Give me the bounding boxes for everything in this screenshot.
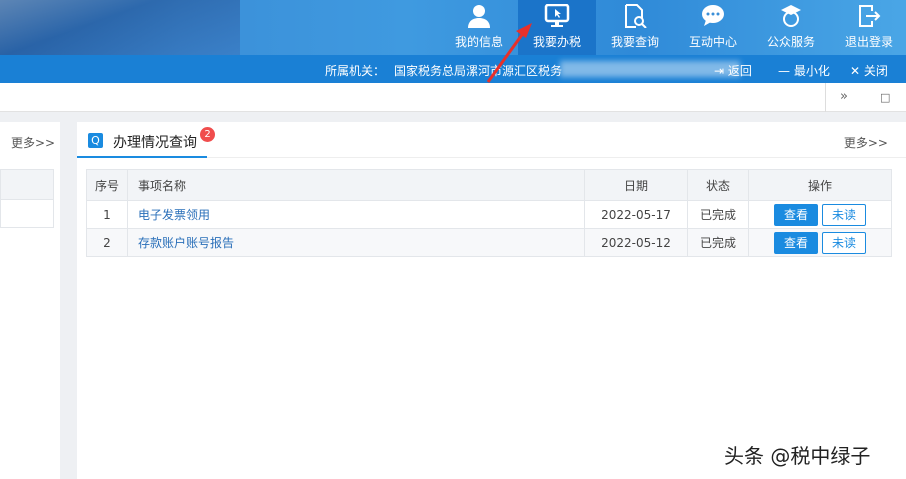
nav-public-service[interactable]: 公众服务 — [752, 0, 830, 55]
doc-search-icon — [625, 4, 647, 28]
org-label: 所属机关： — [325, 64, 386, 78]
close-icon: ✕ — [850, 64, 864, 78]
expand-button[interactable]: » — [840, 89, 848, 104]
divider — [825, 83, 826, 112]
view-button[interactable]: 查看 — [774, 203, 818, 226]
status-query-panel: Q 办理情况查询 2 更多>> 序号 事项名称 日期 状态 操作 1 电子发票领… — [77, 122, 906, 479]
minus-icon: — — [778, 64, 794, 78]
minimize-button[interactable]: — 最小化 — [778, 62, 830, 79]
col-status: 状态 — [687, 169, 749, 201]
row-no: 1 — [86, 200, 128, 229]
nav-query[interactable]: 我要查询 — [596, 0, 674, 55]
back-icon: ⇥ — [714, 64, 728, 78]
col-no: 序号 — [86, 169, 128, 201]
row-actions: 查看 未读 — [748, 228, 892, 257]
status-table: 序号 事项名称 日期 状态 操作 1 电子发票领用 2022-05-17 已完成… — [86, 169, 892, 257]
row-actions: 查看 未读 — [748, 200, 892, 229]
unread-button[interactable]: 未读 — [822, 203, 866, 226]
left-panel: 更多>> — [0, 122, 60, 479]
red-arrow-annotation — [486, 23, 532, 83]
col-actions: 操作 — [748, 169, 892, 201]
nav-interaction[interactable]: 互动中心 — [674, 0, 752, 55]
row-date: 2022-05-12 — [584, 228, 688, 257]
nav-logout[interactable]: 退出登录 — [830, 0, 906, 55]
back-button[interactable]: ⇥ 返回 — [714, 62, 752, 79]
chat-icon — [702, 5, 724, 26]
row-no: 2 — [86, 228, 128, 257]
row-status: 已完成 — [687, 200, 749, 229]
item-link[interactable]: 存款账户账号报告 — [127, 228, 585, 257]
col-name: 事项名称 — [127, 169, 585, 201]
unread-button[interactable]: 未读 — [822, 231, 866, 254]
left-more-link[interactable]: 更多>> — [11, 134, 55, 151]
table-row: 2 存款账户账号报告 2022-05-12 已完成 查看 未读 — [86, 228, 892, 257]
view-button[interactable]: 查看 — [774, 231, 818, 254]
col-date: 日期 — [584, 169, 688, 201]
watermark: 头条 @税中绿子 — [724, 444, 871, 468]
search-icon: Q — [88, 133, 103, 148]
close-button[interactable]: ✕ 关闭 — [850, 62, 888, 79]
left-table-header — [0, 169, 54, 200]
header-banner: 我的信息 我要办税 我要查询 互动中心 公众服务 退出登录 — [0, 0, 906, 55]
tab-status-query[interactable]: Q 办理情况查询 2 — [77, 122, 215, 158]
row-date: 2022-05-17 — [584, 200, 688, 229]
count-badge: 2 — [200, 127, 215, 142]
item-link[interactable]: 电子发票领用 — [127, 200, 585, 229]
great-wall-image — [0, 0, 240, 55]
more-link[interactable]: 更多>> — [844, 134, 888, 151]
row-status: 已完成 — [687, 228, 749, 257]
left-table-row — [0, 199, 54, 228]
redaction-blur — [560, 61, 740, 77]
table-row: 1 电子发票领用 2022-05-17 已完成 查看 未读 — [86, 200, 892, 229]
toolbar: » □ — [0, 83, 906, 112]
logout-icon — [859, 5, 881, 27]
info-bar: 所属机关： 国家税务总局漯河市源汇区税务 ⇥ 返回 — 最小化 ✕ 关闭 — [0, 55, 906, 83]
panel-title: 办理情况查询 — [113, 135, 197, 151]
maximize-button[interactable]: □ — [880, 91, 890, 104]
monitor-icon — [544, 4, 570, 27]
service-icon — [781, 5, 801, 27]
table-header: 序号 事项名称 日期 状态 操作 — [86, 169, 892, 201]
